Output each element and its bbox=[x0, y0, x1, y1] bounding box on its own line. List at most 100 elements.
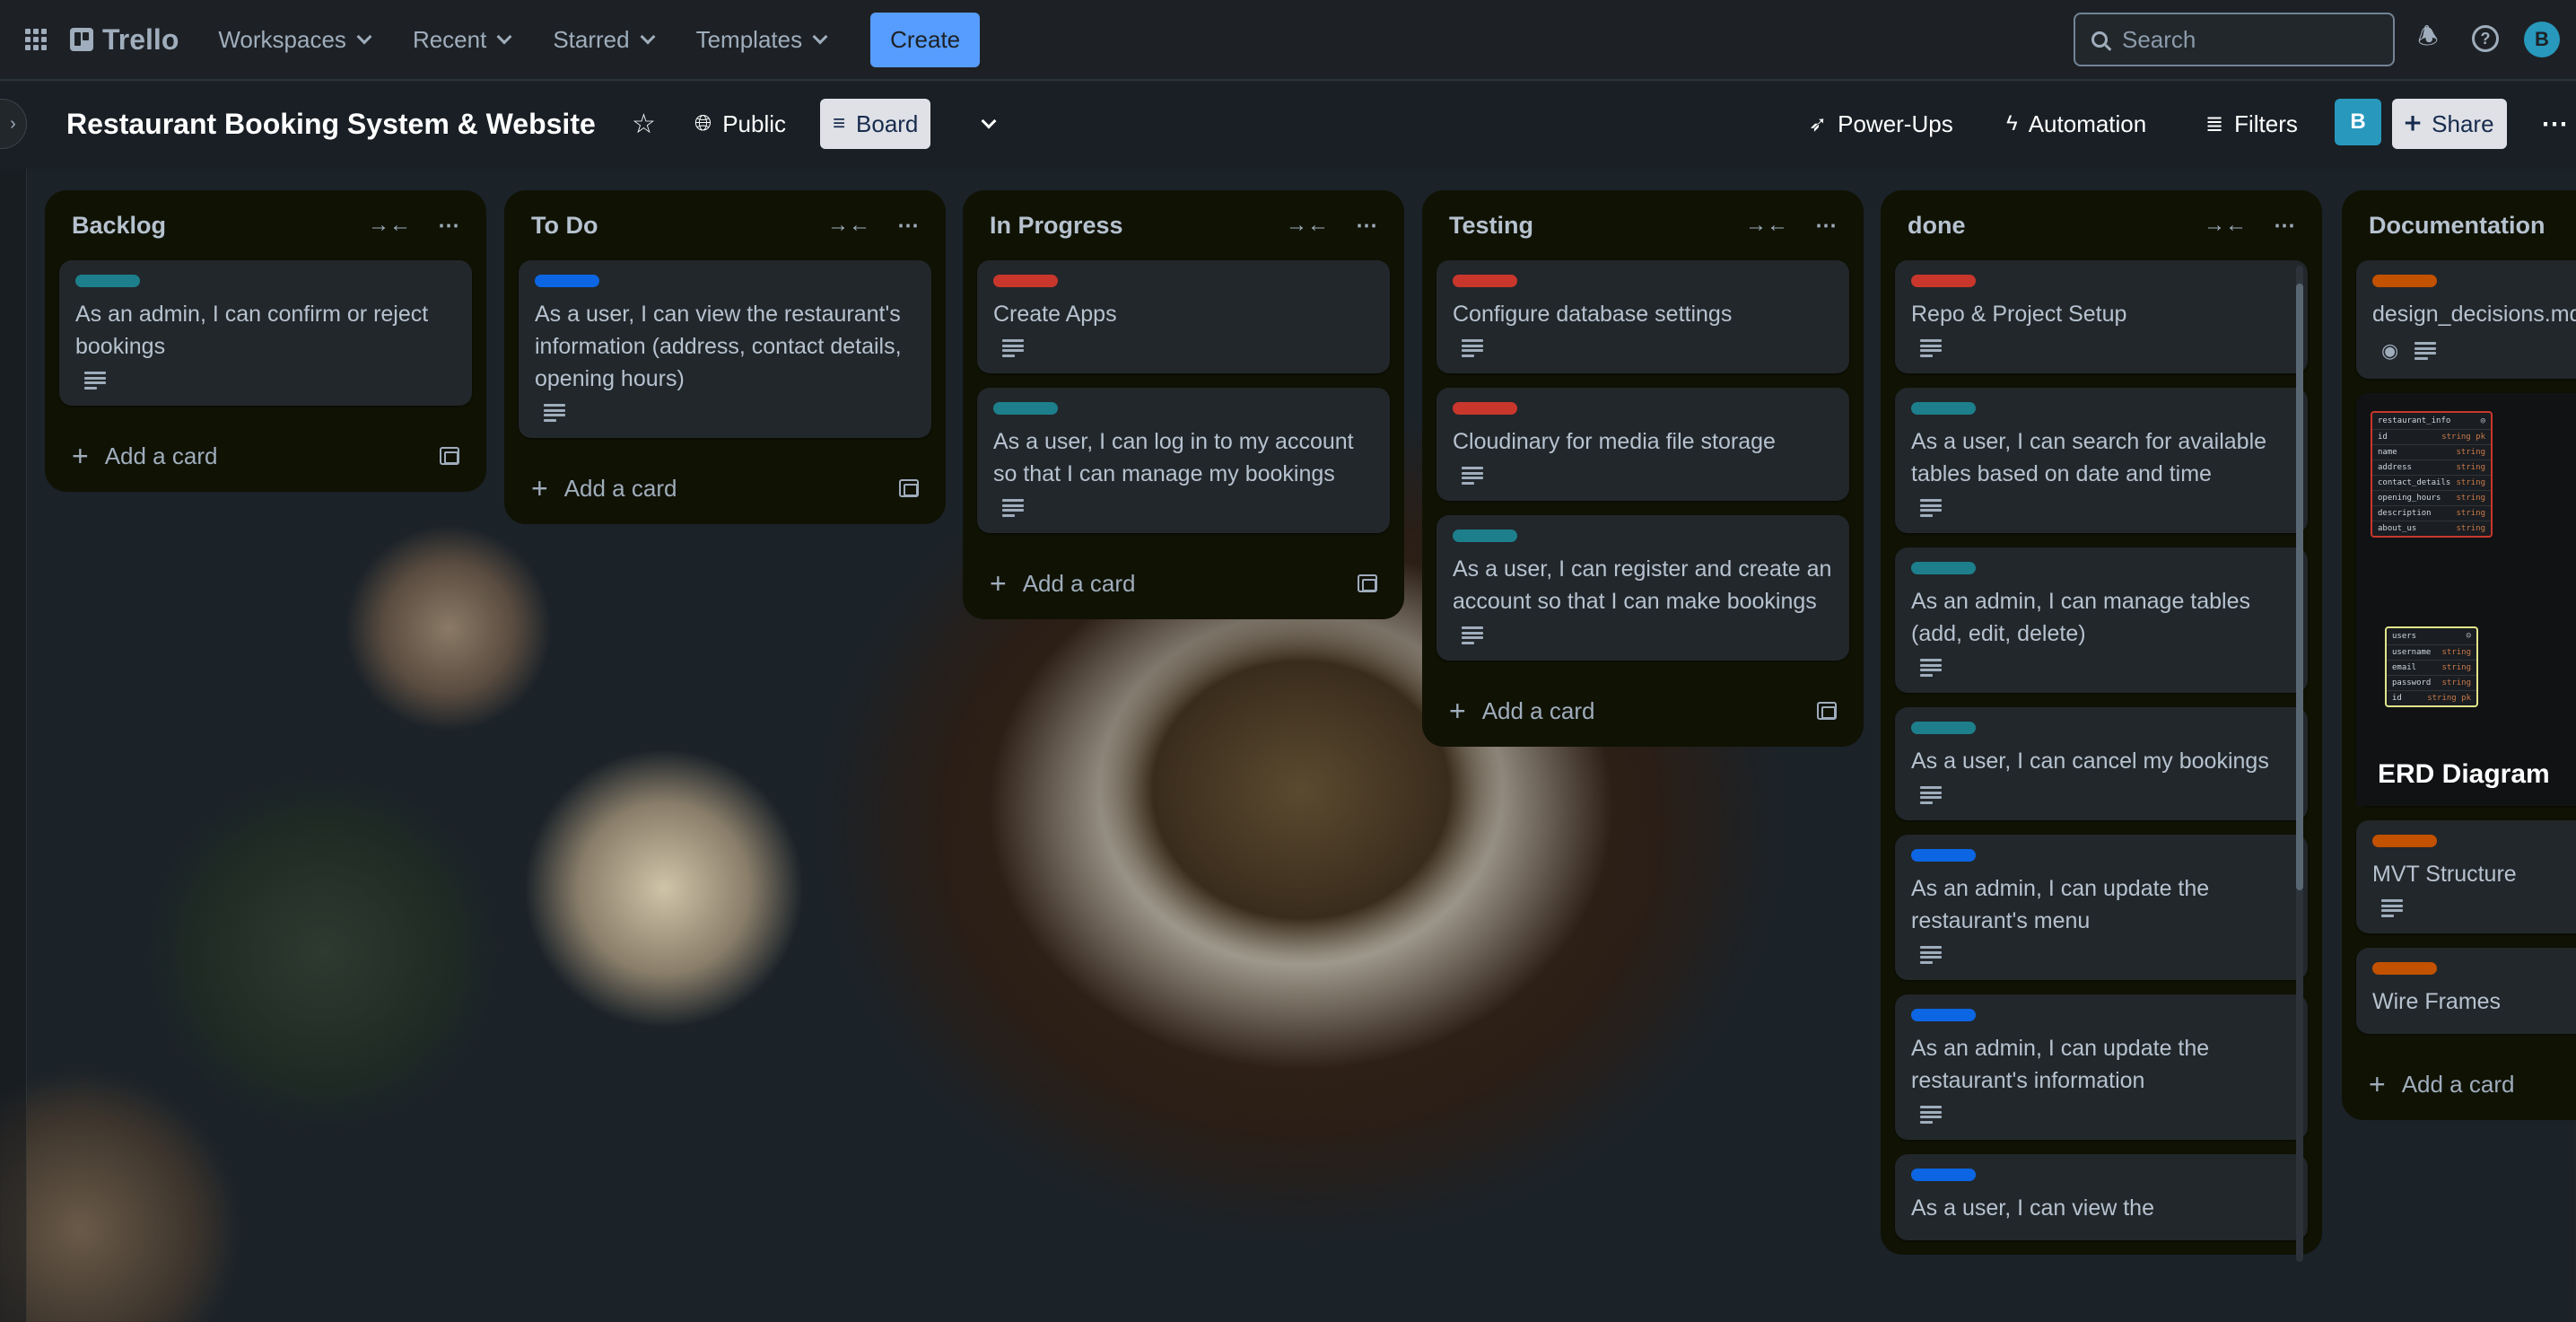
collapse-list-icon[interactable]: →← bbox=[368, 213, 411, 238]
list-menu-icon[interactable]: ⋯ bbox=[438, 213, 459, 239]
list-actions: →← ⋯ bbox=[368, 213, 459, 239]
board-member-avatar[interactable]: B bbox=[2335, 99, 2381, 145]
card[interactable]: Wire Frames bbox=[2356, 948, 2576, 1034]
list-title[interactable]: Documentation bbox=[2369, 212, 2545, 240]
help-icon[interactable]: ? bbox=[2472, 25, 2499, 52]
automation-button[interactable]: ϟ Automation bbox=[1994, 99, 2159, 149]
recent-menu[interactable]: Recent bbox=[413, 26, 512, 54]
list-menu-icon[interactable]: ⋯ bbox=[1815, 213, 1837, 239]
card[interactable]: As a user, I can cancel my bookings bbox=[1895, 707, 2308, 820]
add-card-button[interactable]: + Add a card bbox=[2356, 1048, 2576, 1120]
list-title[interactable]: To Do bbox=[531, 212, 598, 240]
add-card-button[interactable]: + Add a card bbox=[59, 420, 472, 492]
card-label[interactable] bbox=[1911, 722, 1976, 734]
list-menu-icon[interactable]: ⋯ bbox=[2274, 213, 2295, 239]
add-card-button[interactable]: + Add a card bbox=[1436, 675, 1849, 747]
card-label[interactable] bbox=[2372, 275, 2437, 287]
add-card-button[interactable]: + Add a card bbox=[519, 452, 931, 524]
trello-logo-icon bbox=[70, 28, 93, 51]
card-label[interactable] bbox=[1453, 530, 1517, 542]
card-label[interactable] bbox=[1911, 1009, 1976, 1021]
card-title: design_decisions.md bbox=[2372, 302, 2576, 327]
card[interactable]: As an admin, I can confirm or reject boo… bbox=[59, 260, 472, 406]
list-title[interactable]: done bbox=[1908, 212, 1966, 240]
card[interactable]: Create Apps bbox=[977, 260, 1390, 373]
account-avatar[interactable]: B bbox=[2524, 22, 2560, 57]
card-label[interactable] bbox=[535, 275, 599, 287]
create-button[interactable]: Create bbox=[870, 12, 981, 67]
chevron-down-icon bbox=[981, 113, 997, 129]
erd-row: about_us string bbox=[2372, 521, 2491, 536]
card-label[interactable] bbox=[993, 402, 1058, 415]
card[interactable]: As a user, I can view the bbox=[1895, 1154, 2308, 1240]
collapse-list-icon[interactable]: →← bbox=[1286, 213, 1329, 238]
notifications-bell-icon[interactable]: 🕭 bbox=[2414, 22, 2442, 54]
workspaces-menu[interactable]: Workspaces bbox=[218, 26, 372, 54]
more-menu-icon[interactable]: ⋯ bbox=[2528, 99, 2576, 149]
visibility-button[interactable]: 🌐︎ Public bbox=[682, 99, 799, 149]
card-label[interactable] bbox=[1911, 1169, 1976, 1181]
card-label[interactable] bbox=[1911, 562, 1976, 574]
card[interactable]: As a user, I can log in to my account so… bbox=[977, 388, 1390, 533]
card[interactable]: As an admin, I can manage tables (add, e… bbox=[1895, 547, 2308, 693]
board-view-button[interactable]: ≡ Board bbox=[820, 99, 931, 149]
card[interactable]: Configure database settings bbox=[1436, 260, 1849, 373]
list-menu-icon[interactable]: ⋯ bbox=[1356, 213, 1377, 239]
card[interactable]: MVT Structure bbox=[2356, 820, 2576, 933]
card[interactable]: As a user, I can view the restaurant's i… bbox=[519, 260, 931, 438]
filters-button[interactable]: ≣ Filters bbox=[2193, 99, 2310, 149]
plus-icon: + bbox=[990, 566, 1007, 600]
app-switcher-icon[interactable] bbox=[25, 29, 47, 50]
card[interactable]: As a user, I can search for available ta… bbox=[1895, 388, 2308, 533]
create-from-template-icon[interactable] bbox=[1358, 574, 1377, 592]
search-input[interactable]: Search bbox=[2074, 13, 2395, 66]
card-label[interactable] bbox=[2372, 962, 2437, 975]
card-label[interactable] bbox=[1911, 402, 1976, 415]
card[interactable]: restaurant_info ◎ id string pk name string add… bbox=[2356, 393, 2576, 806]
share-button[interactable]: ➕︎ Share bbox=[2392, 99, 2507, 149]
collapse-list-icon[interactable]: →← bbox=[1745, 213, 1788, 238]
star-board-icon[interactable]: ☆ bbox=[619, 99, 668, 149]
erd-table-restaurant-info: restaurant_info ◎ id string pk name string add… bbox=[2371, 411, 2493, 538]
board-title[interactable]: Restaurant Booking System & Website bbox=[66, 108, 596, 141]
erd-row: email string bbox=[2387, 660, 2476, 675]
create-from-template-icon[interactable] bbox=[440, 447, 459, 465]
list-title[interactable]: Backlog bbox=[72, 212, 166, 240]
card[interactable]: Repo & Project Setup bbox=[1895, 260, 2308, 373]
card-label[interactable] bbox=[1453, 402, 1517, 415]
list-header: done →← ⋯ bbox=[1895, 190, 2308, 260]
trello-logo[interactable]: Trello bbox=[70, 23, 179, 57]
card-label[interactable] bbox=[1911, 849, 1976, 862]
card[interactable]: As a user, I can register and create an … bbox=[1436, 515, 1849, 661]
create-from-template-icon[interactable] bbox=[899, 479, 919, 497]
card-label[interactable] bbox=[1911, 275, 1976, 287]
card[interactable]: Cloudinary for media file storage bbox=[1436, 388, 1849, 501]
card-label[interactable] bbox=[1453, 275, 1517, 287]
chevron-down-icon bbox=[640, 29, 656, 45]
list-actions: →← ⋯ bbox=[1745, 213, 1837, 239]
list-title[interactable]: In Progress bbox=[990, 212, 1123, 240]
starred-menu[interactable]: Starred bbox=[553, 26, 656, 54]
card-label[interactable] bbox=[2372, 835, 2437, 847]
create-from-template-icon[interactable] bbox=[1817, 702, 1837, 720]
card[interactable]: design_decisions.md ◉ bbox=[2356, 260, 2576, 379]
filter-icon: ≣ bbox=[2205, 111, 2224, 136]
card[interactable]: As an admin, I can update the restaurant… bbox=[1895, 994, 2308, 1140]
card-title: As an admin, I can manage tables (add, e… bbox=[1911, 589, 2251, 646]
power-ups-button[interactable]: ➶ Power-Ups bbox=[1796, 99, 1966, 149]
card-label[interactable] bbox=[75, 275, 140, 287]
collapse-list-icon[interactable]: →← bbox=[2204, 213, 2247, 238]
card-label[interactable] bbox=[993, 275, 1058, 287]
chevron-down-icon bbox=[812, 29, 828, 45]
card[interactable]: As an admin, I can update the restaurant… bbox=[1895, 835, 2308, 980]
views-dropdown[interactable] bbox=[971, 99, 1007, 149]
collapse-list-icon[interactable]: →← bbox=[827, 213, 870, 238]
add-card-button[interactable]: + Add a card bbox=[977, 547, 1390, 619]
list-testing: Testing →← ⋯ Configure database settings Clo… bbox=[1422, 190, 1864, 747]
list-menu-icon[interactable]: ⋯ bbox=[897, 213, 919, 239]
list-title[interactable]: Testing bbox=[1449, 212, 1533, 240]
list-scrollbar-thumb[interactable] bbox=[2296, 284, 2303, 890]
card-title: Repo & Project Setup bbox=[1911, 302, 2127, 327]
templates-menu[interactable]: Templates bbox=[696, 26, 828, 54]
add-card-label: Add a card bbox=[2401, 1070, 2515, 1098]
